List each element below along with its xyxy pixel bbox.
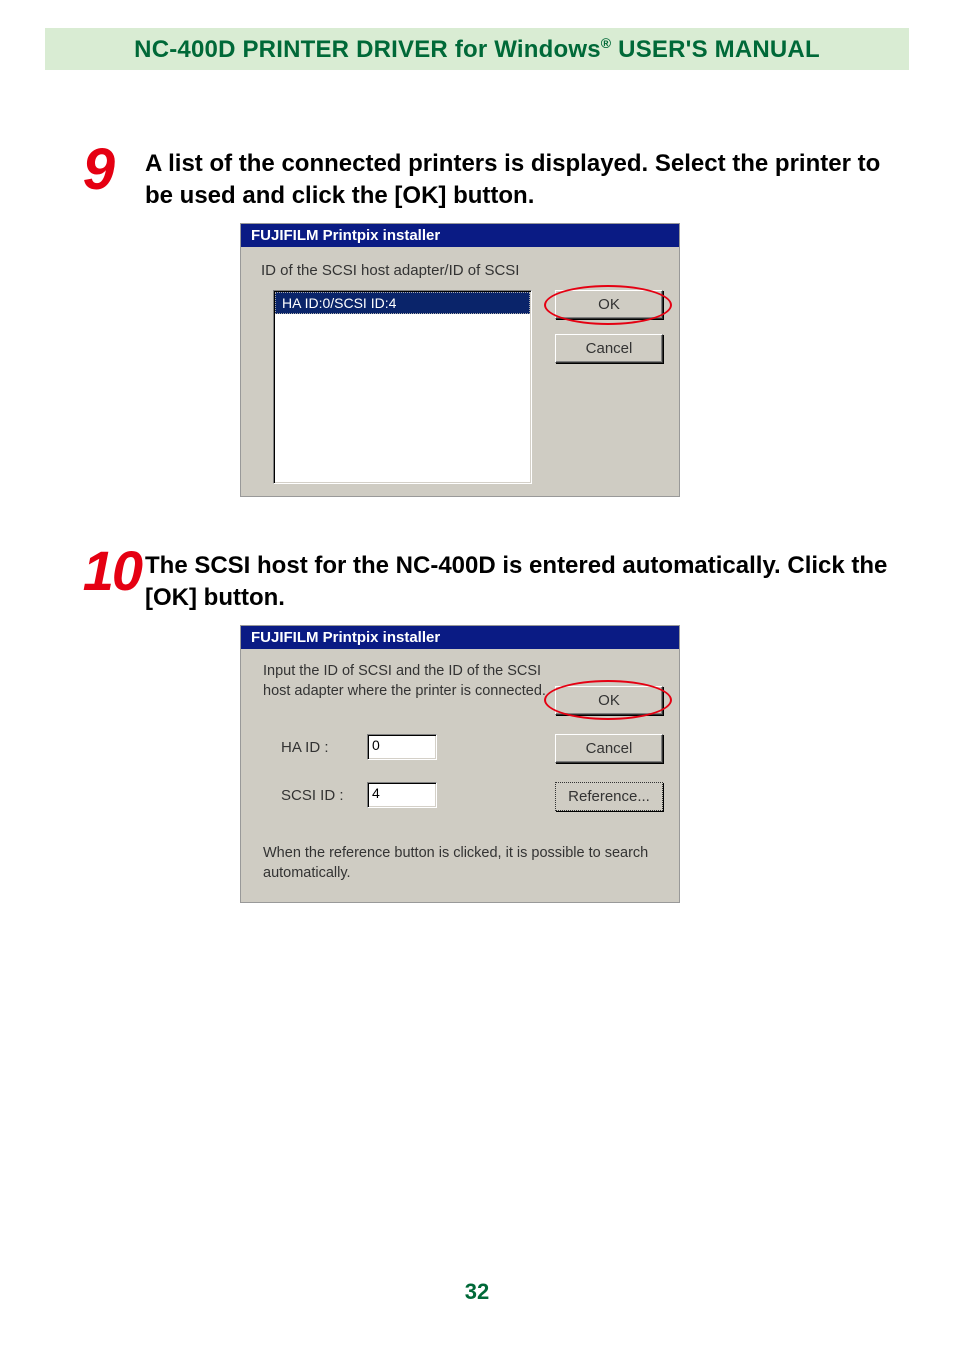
cancel-button[interactable]: Cancel bbox=[555, 334, 663, 363]
scsi-listbox[interactable]: HA ID:0/SCSI ID:4 bbox=[273, 290, 532, 484]
reference-button[interactable]: Reference... bbox=[555, 782, 663, 811]
ok-button[interactable]: OK bbox=[555, 686, 663, 715]
title-a: NC-400D PRINTER DRIVER for Windows bbox=[134, 36, 601, 63]
scsi-id-input[interactable]: 4 bbox=[367, 782, 437, 808]
manual-header: NC-400D PRINTER DRIVER for Windows® USER… bbox=[45, 28, 909, 70]
title-b: USER'S MANUAL bbox=[611, 36, 820, 63]
scsi-list-item-selected[interactable]: HA ID:0/SCSI ID:4 bbox=[275, 292, 530, 314]
step-10-text: The SCSI host for the NC-400D is entered… bbox=[145, 550, 909, 613]
window-title-bar: FUJIFILM Printpix installer bbox=[241, 224, 679, 247]
cancel-button[interactable]: Cancel bbox=[555, 734, 663, 763]
input-prompt: Input the ID of SCSI and the ID of the S… bbox=[263, 662, 553, 701]
ha-id-input[interactable]: 0 bbox=[367, 734, 437, 760]
scsi-id-row: SCSI ID : 4 bbox=[281, 782, 437, 808]
step-10-number: 10 bbox=[45, 538, 141, 603]
ha-id-row: HA ID : 0 bbox=[281, 734, 437, 760]
window-title-bar: FUJIFILM Printpix installer bbox=[241, 626, 679, 649]
installer-input-window: FUJIFILM Printpix installer Input the ID… bbox=[240, 625, 680, 903]
registered-mark: ® bbox=[601, 35, 612, 51]
step-9-text: A list of the connected printers is disp… bbox=[145, 148, 899, 211]
ok-button[interactable]: OK bbox=[555, 290, 663, 319]
scsi-id-label: SCSI ID : bbox=[281, 787, 367, 804]
manual-title: NC-400D PRINTER DRIVER for Windows® USER… bbox=[134, 35, 820, 64]
step-9-number: 9 bbox=[45, 136, 115, 203]
installer-list-window: FUJIFILM Printpix installer ID of the SC… bbox=[240, 223, 680, 497]
reference-footer-text: When the reference button is clicked, it… bbox=[263, 844, 659, 883]
ha-id-label: HA ID : bbox=[281, 739, 367, 756]
page-number: 32 bbox=[0, 1279, 954, 1305]
list-prompt: ID of the SCSI host adapter/ID of SCSI bbox=[261, 262, 519, 279]
